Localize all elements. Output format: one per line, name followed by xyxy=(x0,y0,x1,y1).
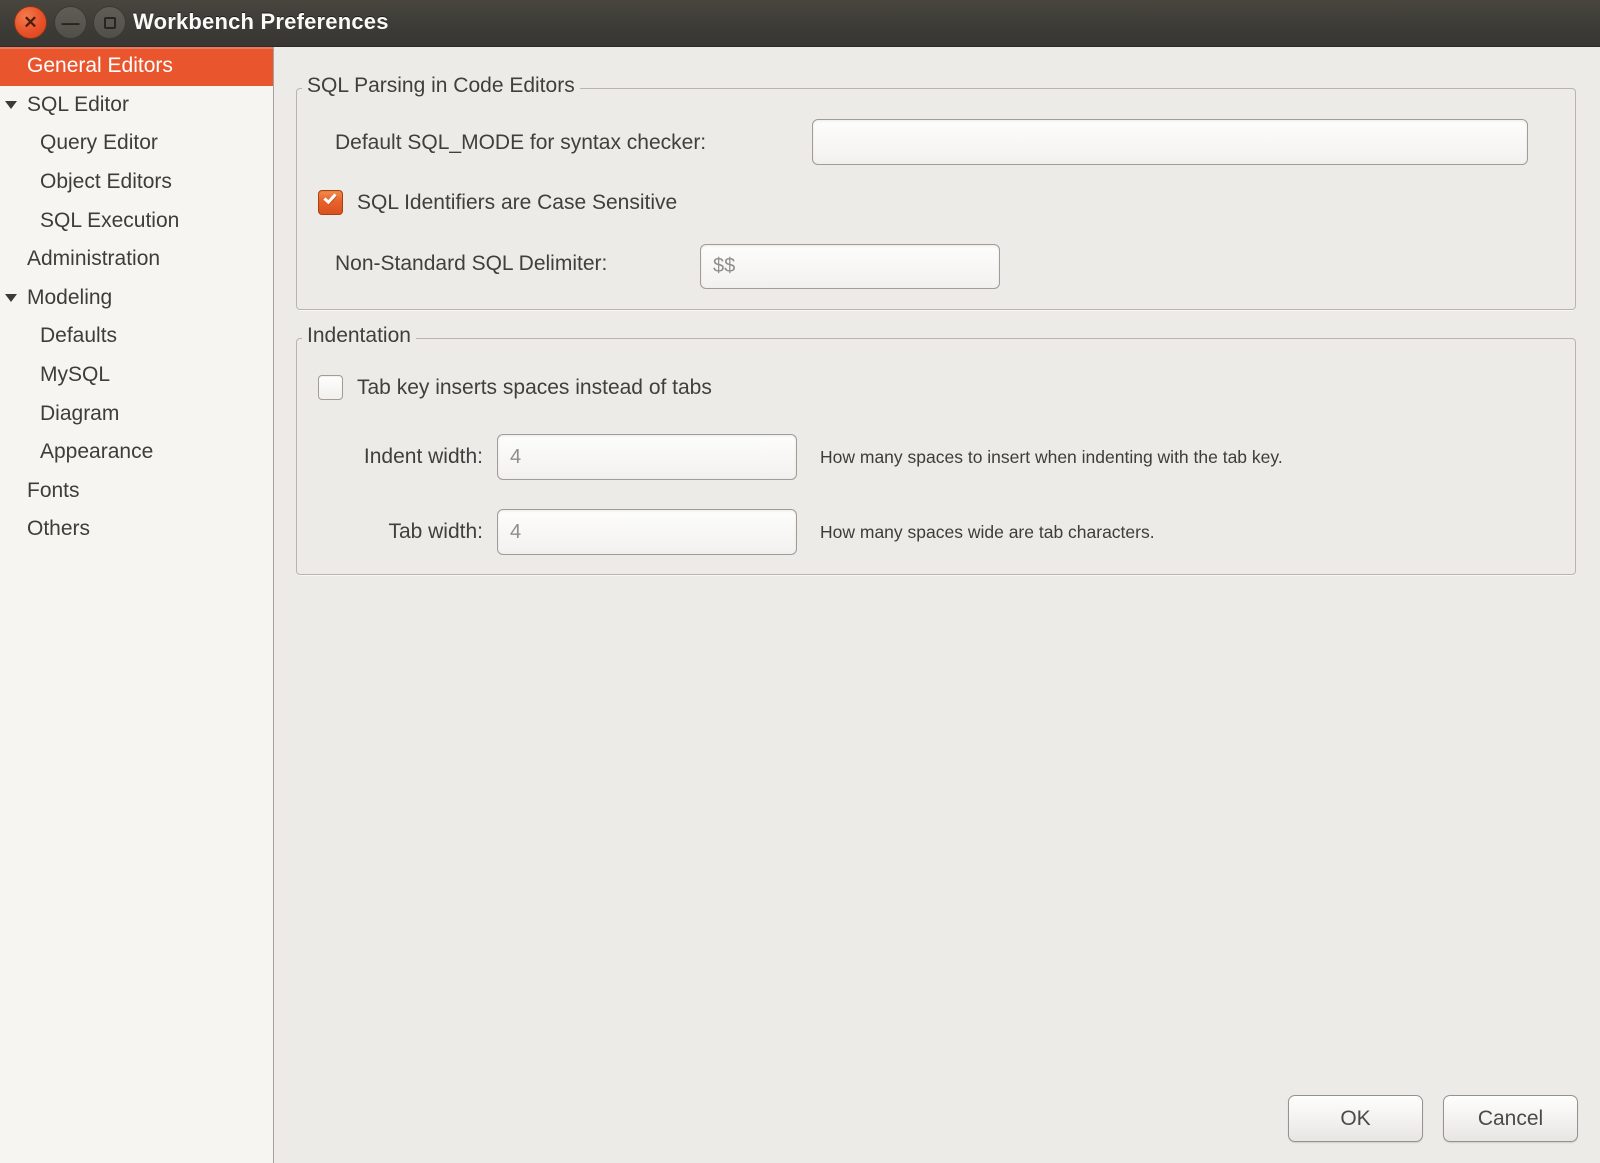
sidebar-item-sql-execution[interactable]: SQL Execution xyxy=(0,201,273,240)
close-icon: ✕ xyxy=(23,14,37,31)
sidebar-item-defaults[interactable]: Defaults xyxy=(0,317,273,356)
sidebar-item-diagram[interactable]: Diagram xyxy=(0,394,273,433)
maximize-button[interactable] xyxy=(93,6,126,39)
sidebar-item-label: Fonts xyxy=(27,479,80,503)
ok-button[interactable]: OK xyxy=(1288,1095,1423,1142)
group-sql-parsing-title: SQL Parsing in Code Editors xyxy=(302,74,580,98)
check-icon xyxy=(323,191,336,205)
indent-width-input[interactable] xyxy=(497,434,797,480)
sidebar-item-label: SQL Editor xyxy=(27,93,129,117)
indent-width-label: Indent width: xyxy=(313,443,483,471)
sql-mode-label: Default SQL_MODE for syntax checker: xyxy=(335,129,706,157)
cancel-button-label: Cancel xyxy=(1478,1107,1543,1131)
settings-panel: SQL Parsing in Code Editors Default SQL_… xyxy=(274,47,1600,1163)
sidebar-item-label: Defaults xyxy=(40,324,117,348)
tab-width-label: Tab width: xyxy=(313,518,483,546)
tab-spaces-label: Tab key inserts spaces instead of tabs xyxy=(357,374,712,402)
chevron-down-icon[interactable] xyxy=(5,294,17,302)
minimize-icon: — xyxy=(62,14,80,32)
close-button[interactable]: ✕ xyxy=(14,6,47,39)
maximize-icon xyxy=(104,17,116,29)
titlebar: ✕ — Workbench Preferences xyxy=(0,0,1600,47)
sidebar-item-general-editors[interactable]: General Editors xyxy=(0,47,273,86)
app-body: General Editors SQL Editor Query Editor … xyxy=(0,47,1600,1163)
ok-button-label: OK xyxy=(1340,1107,1370,1131)
sidebar-item-label: Administration xyxy=(27,247,160,271)
minimize-button[interactable]: — xyxy=(54,6,87,39)
chevron-down-icon[interactable] xyxy=(5,101,17,109)
sidebar-item-appearance[interactable]: Appearance xyxy=(0,433,273,472)
window-title: Workbench Preferences xyxy=(133,9,389,35)
sidebar: General Editors SQL Editor Query Editor … xyxy=(0,47,274,1163)
sidebar-item-label: Others xyxy=(27,517,90,541)
sidebar-item-others[interactable]: Others xyxy=(0,510,273,549)
tab-spaces-checkbox[interactable] xyxy=(318,375,343,400)
sidebar-item-modeling[interactable]: Modeling xyxy=(0,279,273,318)
indent-width-description: How many spaces to insert when indenting… xyxy=(820,446,1283,468)
sidebar-item-administration[interactable]: Administration xyxy=(0,240,273,279)
sidebar-item-query-editor[interactable]: Query Editor xyxy=(0,124,273,163)
sidebar-item-label: Modeling xyxy=(27,286,112,310)
delimiter-input[interactable] xyxy=(700,244,1000,289)
sidebar-item-mysql[interactable]: MySQL xyxy=(0,356,273,395)
case-sensitive-checkbox[interactable] xyxy=(318,190,343,215)
cancel-button[interactable]: Cancel xyxy=(1443,1095,1578,1142)
tab-width-input[interactable] xyxy=(497,509,797,555)
sidebar-item-label: General Editors xyxy=(27,54,173,78)
delimiter-label: Non-Standard SQL Delimiter: xyxy=(335,250,607,278)
case-sensitive-label: SQL Identifiers are Case Sensitive xyxy=(357,189,677,217)
sidebar-item-label: Object Editors xyxy=(40,170,172,194)
group-indentation-title: Indentation xyxy=(302,324,416,348)
sidebar-item-label: Appearance xyxy=(40,440,153,464)
sidebar-item-label: SQL Execution xyxy=(40,209,179,233)
sidebar-item-fonts[interactable]: Fonts xyxy=(0,472,273,511)
sidebar-item-label: Query Editor xyxy=(40,131,158,155)
sidebar-item-object-editors[interactable]: Object Editors xyxy=(0,163,273,202)
preferences-window: ✕ — Workbench Preferences General Editor… xyxy=(0,0,1600,1163)
sidebar-item-label: MySQL xyxy=(40,363,110,387)
tab-width-description: How many spaces wide are tab characters. xyxy=(820,521,1155,543)
sidebar-item-sql-editor[interactable]: SQL Editor xyxy=(0,86,273,125)
sidebar-item-label: Diagram xyxy=(40,402,119,426)
sql-mode-input[interactable] xyxy=(812,119,1528,165)
